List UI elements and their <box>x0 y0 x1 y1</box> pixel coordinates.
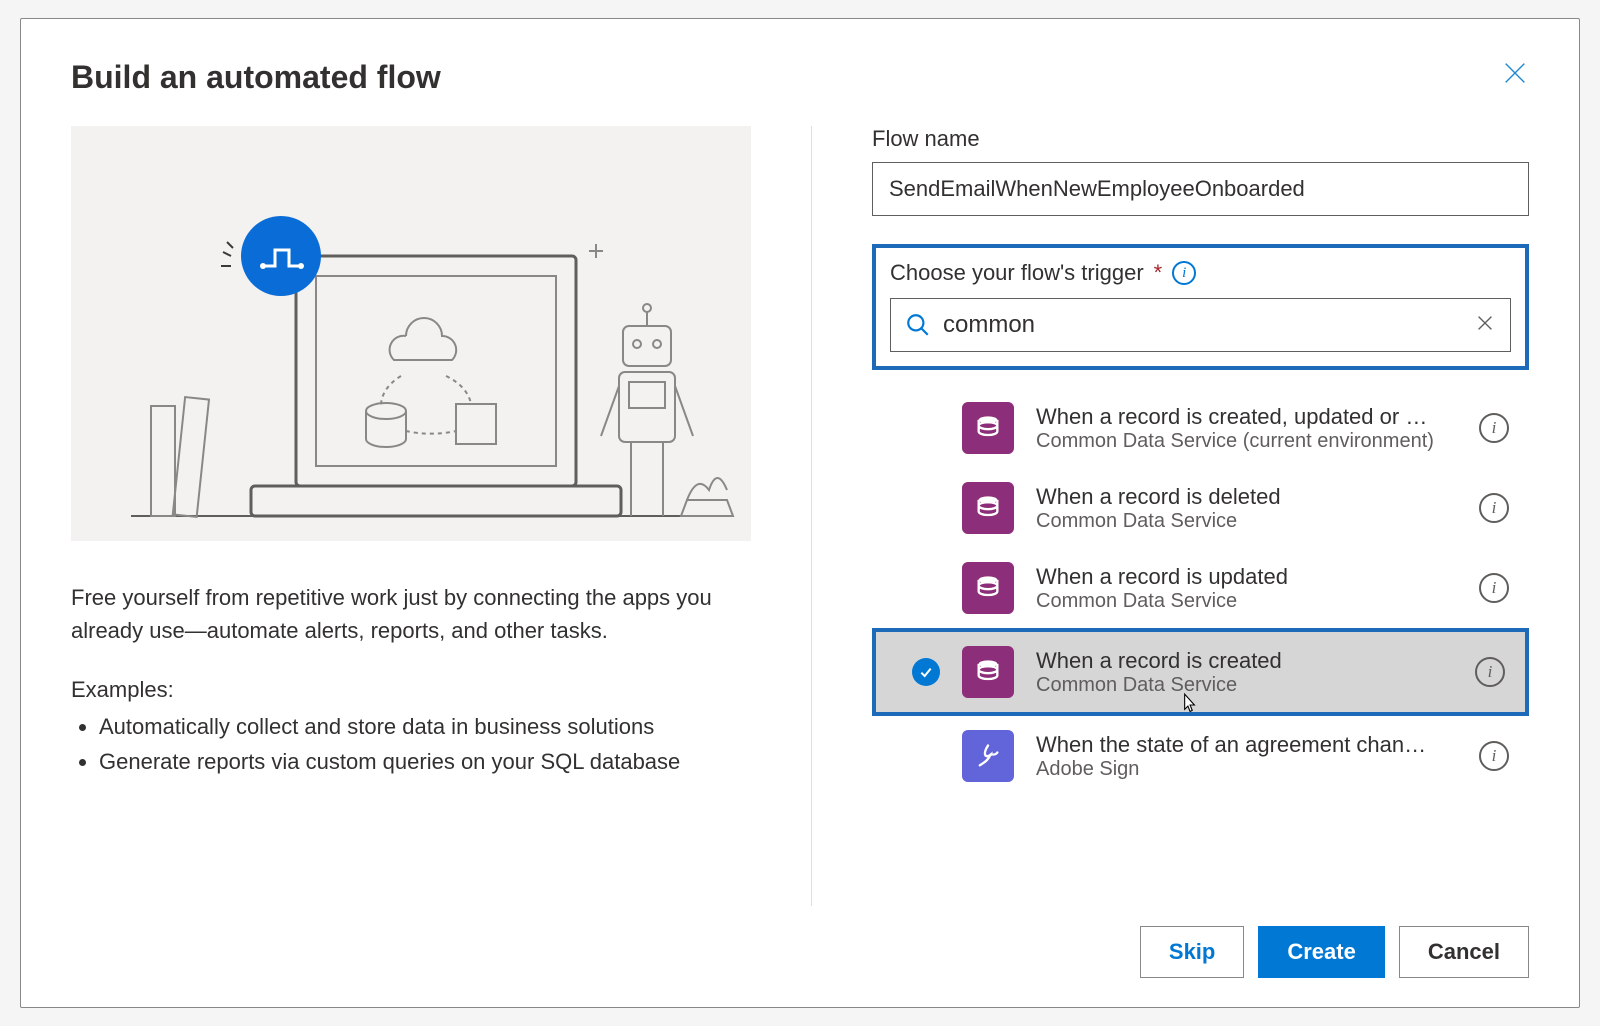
connector-cds-icon <box>962 402 1014 454</box>
illustration-automated-flow <box>71 126 751 541</box>
selected-check-icon <box>912 658 940 686</box>
flow-name-label: Flow name <box>872 126 1529 152</box>
trigger-title: When the state of an agreement chan… <box>1036 732 1457 758</box>
create-button[interactable]: Create <box>1258 926 1384 978</box>
trigger-subtitle: Common Data Service <box>1036 674 1453 697</box>
examples-label: Examples: <box>71 677 751 703</box>
trigger-item[interactable]: When the state of an agreement chan… Ado… <box>872 716 1529 796</box>
example-item: Automatically collect and store data in … <box>99 709 751 744</box>
examples-list: Automatically collect and store data in … <box>71 709 751 779</box>
trigger-label: Choose your flow's trigger <box>890 260 1144 286</box>
trigger-title: When a record is created, updated or … <box>1036 404 1457 430</box>
description-text: Free yourself from repetitive work just … <box>71 581 751 647</box>
clear-search-icon[interactable] <box>1474 312 1496 339</box>
trigger-item[interactable]: When a record is deleted Common Data Ser… <box>872 468 1529 548</box>
trigger-subtitle: Common Data Service (current environment… <box>1036 430 1457 453</box>
trigger-title: When a record is updated <box>1036 564 1457 590</box>
info-icon[interactable]: i <box>1172 261 1196 285</box>
right-panel: Flow name Choose your flow's trigger * i <box>872 126 1529 906</box>
trigger-info-icon[interactable]: i <box>1479 413 1509 443</box>
dialog-title: Build an automated flow <box>71 59 1529 96</box>
trigger-title: When a record is created <box>1036 648 1453 674</box>
trigger-info-icon[interactable]: i <box>1479 741 1509 771</box>
trigger-info-icon[interactable]: i <box>1475 657 1505 687</box>
example-item: Generate reports via custom queries on y… <box>99 744 751 779</box>
connector-cds-icon <box>962 482 1014 534</box>
connector-adobe-sign-icon <box>962 730 1014 782</box>
flow-name-input[interactable] <box>872 162 1529 216</box>
vertical-divider <box>811 126 812 906</box>
trigger-item[interactable]: When a record is created, updated or … C… <box>872 388 1529 468</box>
connector-cds-icon <box>962 646 1014 698</box>
trigger-subtitle: Common Data Service <box>1036 510 1457 533</box>
required-asterisk: * <box>1154 260 1163 286</box>
trigger-search-input[interactable] <box>943 311 1462 339</box>
trigger-info-icon[interactable]: i <box>1479 493 1509 523</box>
trigger-section-highlight: Choose your flow's trigger * i <box>872 244 1529 370</box>
trigger-search-box[interactable] <box>890 298 1511 352</box>
trigger-subtitle: Common Data Service <box>1036 590 1457 613</box>
trigger-info-icon[interactable]: i <box>1479 573 1509 603</box>
dialog-footer: Skip Create Cancel <box>71 906 1529 978</box>
cancel-button[interactable]: Cancel <box>1399 926 1529 978</box>
trigger-item[interactable]: When a record is updated Common Data Ser… <box>872 548 1529 628</box>
trigger-subtitle: Adobe Sign <box>1036 758 1457 781</box>
skip-button[interactable]: Skip <box>1140 926 1244 978</box>
left-panel: Free yourself from repetitive work just … <box>71 126 751 906</box>
trigger-title: When a record is deleted <box>1036 484 1457 510</box>
connector-cds-icon <box>962 562 1014 614</box>
dialog-build-automated-flow: Build an automated flow <box>20 18 1580 1008</box>
trigger-list: When a record is created, updated or … C… <box>872 388 1529 796</box>
close-button[interactable] <box>1501 59 1529 92</box>
trigger-item-selected[interactable]: When a record is created Common Data Ser… <box>872 628 1529 716</box>
search-icon <box>905 312 931 338</box>
